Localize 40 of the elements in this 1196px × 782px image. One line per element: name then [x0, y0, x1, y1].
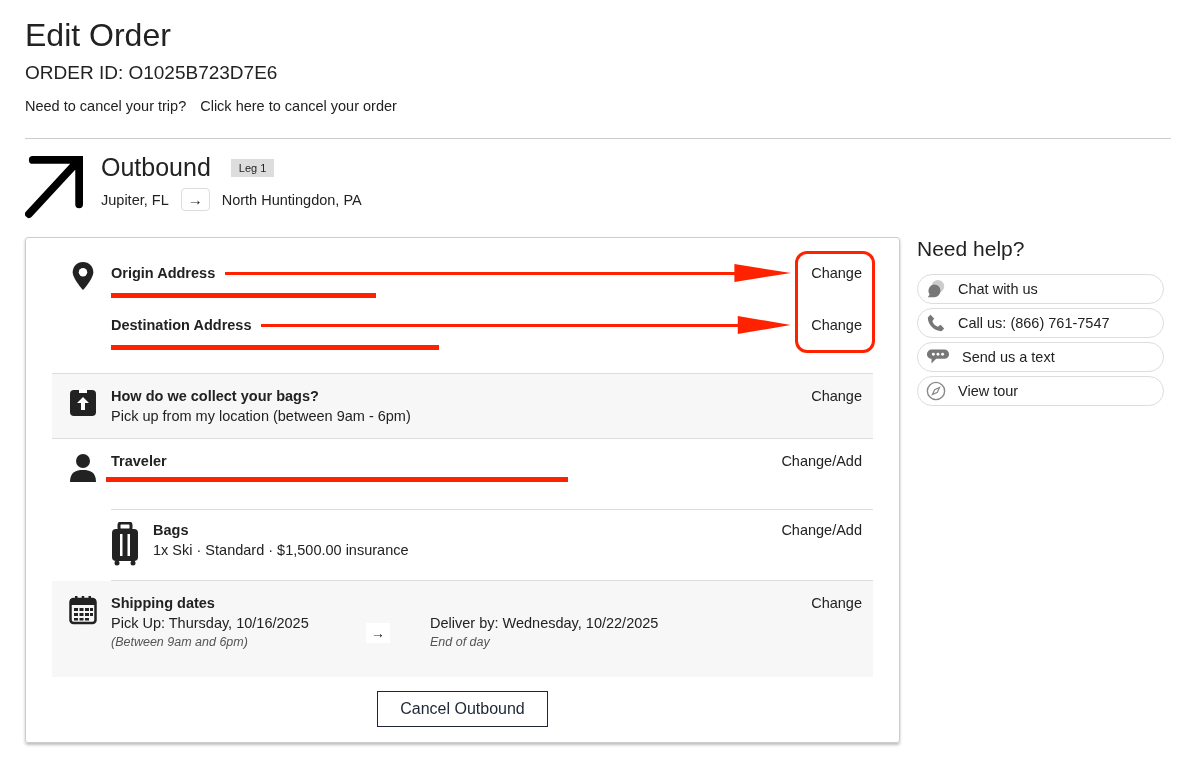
- leg-title: Outbound: [101, 153, 211, 182]
- box-upload-icon: [69, 388, 97, 418]
- address-label: Origin Address: [111, 265, 216, 281]
- section-title: Shipping dates: [111, 595, 216, 611]
- person-icon: [69, 453, 97, 483]
- cancel-order-link[interactable]: Click here to cancel your order: [200, 98, 397, 114]
- phone-icon: [926, 313, 946, 333]
- destination-city: North Huntingdon, PA: [221, 191, 362, 208]
- text-help-button[interactable]: Send us a text: [917, 342, 1164, 372]
- change-add-link[interactable]: Change/Add: [781, 522, 862, 538]
- chat-bubbles-icon: [926, 279, 946, 299]
- section-title: Traveler: [111, 453, 168, 469]
- arrow-up-right-icon: [25, 153, 83, 219]
- page-title: Edit Order: [25, 16, 172, 55]
- calendar-icon: [69, 595, 97, 625]
- delivery-date: Deliver by: Wednesday, 10/22/2025: [430, 615, 659, 631]
- change-add-link[interactable]: Change/Add: [781, 453, 862, 469]
- compass-icon: [926, 381, 946, 401]
- section-detail: Pick up from my location (between 9am - 6pm): [111, 408, 412, 424]
- section-detail: 1x Ski · Standard · $1,500.00 insurance: [153, 542, 410, 558]
- change-link[interactable]: Change: [811, 388, 862, 404]
- address-label: Destination Address: [111, 317, 252, 333]
- cancel-question: Need to cancel your trip?: [25, 98, 187, 114]
- call-help-button[interactable]: Call us: (866) 761-7547: [917, 308, 1164, 338]
- order-id: ORDER ID: O1025B723D7E6: [25, 62, 279, 84]
- origin-city: Jupiter, FL: [101, 191, 169, 208]
- pickup-date: Pick Up: Thursday, 10/16/2025: [111, 615, 310, 631]
- suitcase-icon: [111, 522, 139, 566]
- help-title: Need help?: [917, 237, 1026, 261]
- section-title: How do we collect your bags?: [111, 388, 320, 404]
- tour-help-button[interactable]: View tour: [917, 376, 1164, 406]
- chat-help-button[interactable]: Chat with us: [917, 274, 1164, 304]
- delivery-note: End of day: [430, 635, 491, 649]
- change-link[interactable]: Change: [811, 595, 862, 611]
- cancel-outbound-button[interactable]: Cancel Outbound: [377, 691, 548, 727]
- section-title: Bags: [153, 522, 190, 538]
- change-link[interactable]: Change: [811, 265, 862, 281]
- leg-badge: Leg 1: [230, 158, 275, 177]
- pickup-note: (Between 9am and 6pm): [111, 635, 249, 649]
- change-link[interactable]: Change: [811, 317, 862, 333]
